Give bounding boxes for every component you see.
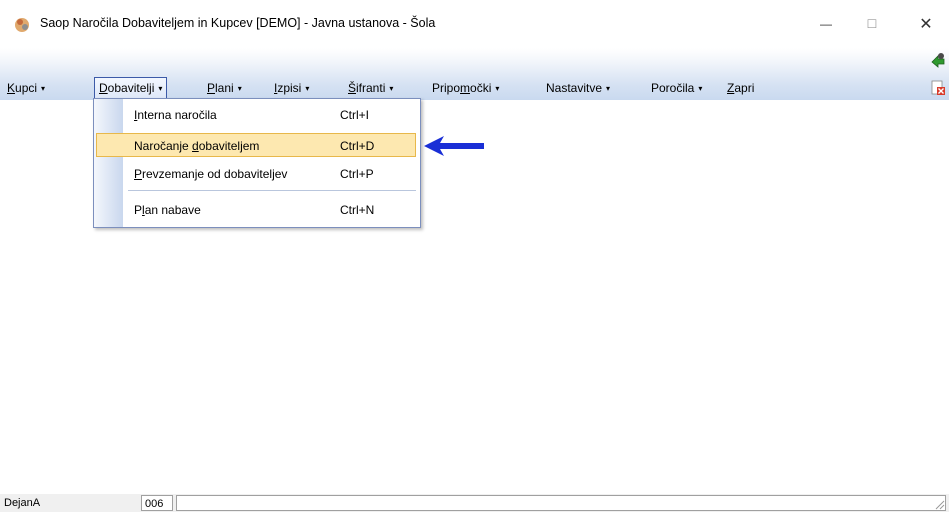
size-grip-icon[interactable]	[935, 500, 945, 510]
menu-label: lani	[215, 81, 234, 95]
menu-label: očki	[470, 81, 492, 95]
green-arrow-icon[interactable]	[930, 52, 946, 68]
menuitem-plan-nabave[interactable]: Plan nabave Ctrl+N	[96, 198, 416, 222]
menu-pripomocki[interactable]: Pripomočki ▾	[432, 78, 499, 98]
close-button[interactable]: ✕	[903, 0, 949, 48]
chevron-down-icon: ▾	[41, 84, 46, 93]
status-message	[176, 495, 946, 511]
menuitem-label: Interna naročila	[134, 108, 217, 122]
menu-accel: P	[207, 81, 216, 95]
menu-separator	[128, 190, 416, 191]
menu-label: Nastavitve	[546, 81, 603, 95]
menu-label: Poročila	[651, 81, 695, 95]
chevron-down-icon: ▾	[305, 84, 310, 93]
menu-dobavitelji[interactable]: Dobavitelji ▾	[94, 77, 168, 99]
menuitem-shortcut: Ctrl+I	[340, 108, 370, 122]
minimize-button[interactable]: —	[803, 0, 849, 48]
menu-accel: D	[99, 81, 108, 95]
menu-label: apri	[734, 81, 755, 95]
menuitem-shortcut: Ctrl+D	[340, 139, 375, 153]
menuitem-shortcut: Ctrl+P	[340, 167, 374, 181]
app-icon	[15, 18, 29, 32]
menuitem-label: Prevzemanje od dobaviteljev	[134, 167, 288, 181]
menu-kupci[interactable]: Kupci ▾	[7, 78, 45, 98]
menu-label: Pripo	[432, 81, 461, 95]
menu-accel: m	[460, 81, 471, 95]
menu-izpisi[interactable]: Izpisi ▾	[274, 78, 309, 98]
menuitem-prevzemanje[interactable]: Prevzemanje od dobaviteljev Ctrl+P	[96, 162, 416, 186]
chevron-down-icon: ▾	[237, 84, 242, 93]
blue-arrow-annotation-icon	[424, 136, 484, 156]
status-bar: DejanA 006	[0, 494, 949, 512]
menuitem-shortcut: Ctrl+N	[340, 203, 375, 217]
menu-label: zpisi	[277, 81, 302, 95]
chevron-down-icon: ▾	[495, 84, 500, 93]
title-bar: Saop Naročila Dobaviteljem in Kupcev [DE…	[0, 0, 949, 48]
chevron-down-icon: ▾	[606, 84, 611, 93]
chevron-down-icon: ▾	[158, 84, 163, 93]
red-close-doc-icon[interactable]	[930, 80, 946, 96]
maximize-button[interactable]: ☐	[849, 0, 895, 48]
menu-porocila[interactable]: Poročila ▾	[651, 78, 702, 98]
dobavitelji-dropdown: Interna naročila Ctrl+I Naročanje dobavi…	[93, 98, 421, 228]
menu-label: obavitelji	[107, 81, 155, 95]
menu-sifranti[interactable]: Šifranti ▾	[348, 78, 393, 98]
menuitem-interna-narocila[interactable]: Interna naročila Ctrl+I	[96, 103, 416, 127]
status-code: 006	[141, 495, 173, 511]
menu-nastavitve[interactable]: Nastavitve ▾	[546, 78, 610, 98]
menu-label: ifranti	[356, 81, 386, 95]
menuitem-narocanje-dobaviteljem[interactable]: Naročanje dobaviteljem Ctrl+D	[96, 133, 416, 157]
menu-zapri[interactable]: Zapri	[727, 78, 754, 98]
menu-accel: K	[7, 81, 16, 95]
chevron-down-icon: ▾	[698, 84, 703, 93]
menu-plani[interactable]: Plani ▾	[207, 78, 242, 98]
menuitem-label: Naročanje dobaviteljem	[134, 139, 260, 153]
menu-accel: Š	[348, 81, 357, 95]
window-title: Saop Naročila Dobaviteljem in Kupcev [DE…	[40, 16, 436, 30]
status-user: DejanA	[1, 495, 136, 511]
chevron-down-icon: ▾	[389, 84, 394, 93]
menu-label: upci	[15, 81, 38, 95]
menuitem-label: Plan nabave	[134, 203, 201, 217]
